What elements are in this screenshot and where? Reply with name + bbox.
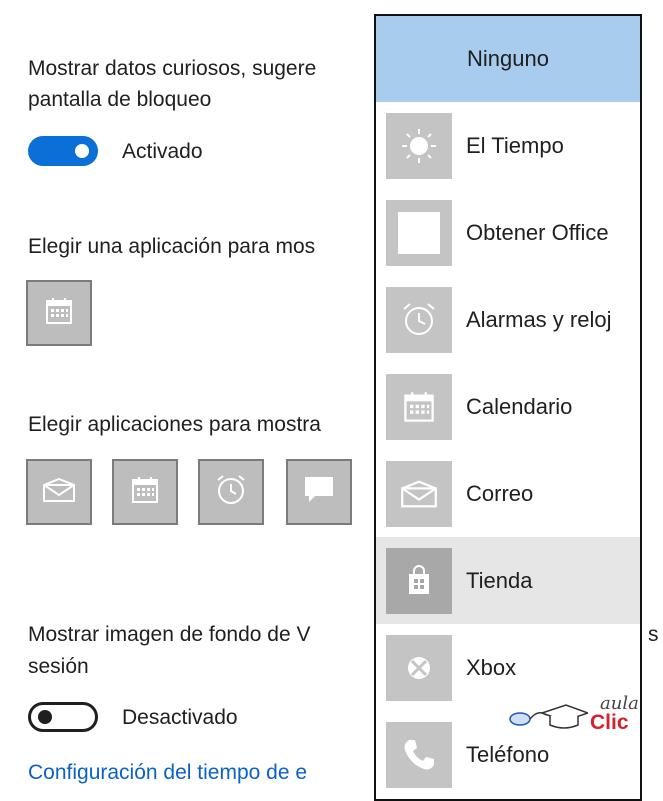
fun-facts-toggle[interactable]	[28, 136, 98, 166]
dropdown-item-mail[interactable]: Correo	[376, 450, 640, 537]
mail-icon	[386, 460, 452, 527]
sun-icon	[386, 112, 452, 179]
background-signin-label-line2: sesión	[28, 655, 89, 678]
xbox-icon	[386, 634, 452, 701]
dropdown-item-label: Alarmas y reloj	[466, 306, 612, 332]
mortarboard-mouse-icon	[509, 704, 588, 729]
toggle-knob	[75, 144, 89, 158]
quick-status-app-2[interactable]	[112, 459, 178, 525]
dropdown-item-alarms[interactable]: Alarmas y reloj	[376, 276, 640, 363]
quick-status-app-4[interactable]	[286, 459, 352, 525]
dropdown-item-office[interactable]: Obtener Office	[376, 189, 640, 276]
quick-status-app-3[interactable]	[198, 459, 264, 525]
calendar-icon	[130, 475, 160, 510]
calendar-icon	[386, 373, 452, 440]
alarm-clock-icon	[214, 473, 248, 512]
store-icon	[386, 547, 452, 614]
dropdown-item-store[interactable]: Tienda	[376, 537, 640, 624]
dropdown-item-label: Correo	[466, 480, 534, 506]
detailed-status-app-button[interactable]	[26, 280, 92, 346]
dropdown-item-label: El Tiempo	[466, 132, 564, 158]
quick-status-app-1[interactable]	[26, 459, 92, 525]
background-signin-toggle-state: Desactivado	[122, 706, 238, 729]
toggle-knob	[38, 710, 52, 724]
fun-facts-toggle-state: Activado	[122, 140, 203, 163]
detail-app-label: Elegir una aplicación para mos	[28, 235, 316, 258]
fun-facts-label: Mostrar datos curiosos, sugere	[28, 57, 317, 80]
mail-icon	[42, 477, 76, 508]
calendar-icon	[44, 296, 74, 331]
logo-text-clic: Clic	[590, 711, 629, 734]
dropdown-option-none-label: Ninguno	[467, 46, 549, 71]
message-icon	[302, 474, 336, 511]
dropdown-item-label: Tienda	[466, 567, 533, 593]
background-signin-toggle[interactable]	[28, 702, 98, 732]
dropdown-option-none[interactable]: Ninguno	[376, 16, 640, 102]
dropdown-item-label: Obtener Office	[466, 219, 609, 245]
background-signin-label: Mostrar imagen de fondo de V	[28, 623, 311, 646]
dropdown-item-label: Calendario	[466, 393, 573, 419]
quick-status-apps-label: Elegir aplicaciones para mostra	[28, 413, 321, 436]
dropdown-item-label: Xbox	[466, 654, 517, 680]
phone-icon	[386, 721, 452, 788]
screen-timeout-link[interactable]: Configuración del tiempo de e	[28, 761, 307, 785]
office-icon	[386, 199, 452, 266]
app-picker-dropdown: Ninguno El Tiempo Obtener Office Alarmas…	[374, 14, 642, 801]
alarm-clock-icon	[386, 286, 452, 353]
dropdown-item-weather[interactable]: El Tiempo	[376, 102, 640, 189]
background-signin-label-trailing: s	[648, 623, 659, 646]
dropdown-item-label: Teléfono	[466, 741, 550, 767]
dropdown-item-calendar[interactable]: Calendario	[376, 363, 640, 450]
aulaclic-logo: aula Clic	[506, 693, 639, 737]
fun-facts-label-line2: pantalla de bloqueo	[28, 88, 212, 111]
